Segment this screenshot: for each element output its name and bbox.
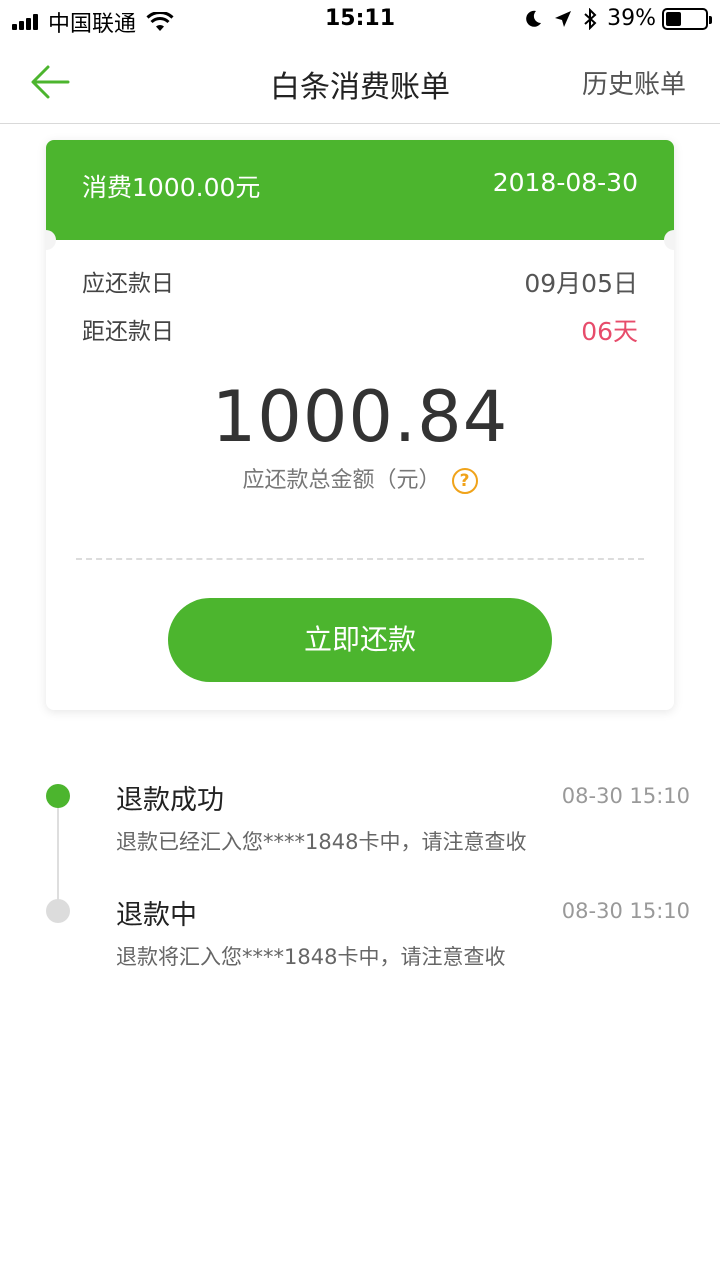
timeline-item-time: 08-30 15:10 <box>561 899 690 923</box>
spend-amount-label: 消费1000.00元 <box>82 173 261 202</box>
location-arrow-icon <box>555 10 572 27</box>
timeline-item-time: 08-30 15:10 <box>561 784 690 808</box>
due-date-row: 应还款日 09月05日 <box>82 264 638 298</box>
battery-fill <box>666 11 681 26</box>
timeline-item: 退款中 08-30 15:10 退款将汇入您****1848卡中，请注意查收 <box>0 885 720 985</box>
bluetooth-icon <box>584 7 597 30</box>
days-left-label: 距还款日 <box>82 319 174 345</box>
timeline-item: 退款成功 08-30 15:10 退款已经汇入您****1848卡中，请注意查收 <box>0 770 720 870</box>
repay-amount-caption: 应还款总金额（元） ? <box>46 462 674 494</box>
timeline-dot-done <box>46 784 70 808</box>
repay-amount: 1000.84 <box>211 376 509 458</box>
repay-amount-label: 应还款总金额（元） <box>242 468 441 493</box>
history-bills-link[interactable]: 历史账单 <box>582 64 686 101</box>
nav-bar: 白条消费账单 历史账单 <box>0 40 720 124</box>
help-question-icon[interactable]: ? <box>451 468 478 494</box>
battery-percent: 39% <box>607 6 656 31</box>
timeline-item-title: 退款成功 <box>116 785 224 816</box>
spend-date: 2018-08-30 <box>492 168 638 197</box>
battery-icon <box>662 7 712 30</box>
card-notch-right <box>664 230 674 250</box>
bill-card: 消费1000.00元 2018-08-30 应还款日 09月05日 距还款日 0… <box>46 140 674 710</box>
days-left-row: 距还款日 06天 <box>82 312 638 346</box>
dashed-divider <box>76 558 644 560</box>
days-left-value: 06天 <box>581 317 638 346</box>
due-date-label: 应还款日 <box>82 271 174 297</box>
bill-card-header: 消费1000.00元 2018-08-30 <box>46 140 674 240</box>
timeline-item-desc: 退款将汇入您****1848卡中，请注意查收 <box>116 945 506 969</box>
status-bar: 中国联通 15:11 39% <box>0 0 720 40</box>
status-right: 39% <box>523 6 712 31</box>
timeline-dot-pending <box>46 899 70 923</box>
moon-icon <box>526 10 542 27</box>
timeline-item-desc: 退款已经汇入您****1848卡中，请注意查收 <box>116 830 527 854</box>
timeline-item-title: 退款中 <box>116 900 197 931</box>
repay-now-button[interactable]: 立即还款 <box>168 598 552 682</box>
due-date-value: 09月05日 <box>524 269 638 298</box>
